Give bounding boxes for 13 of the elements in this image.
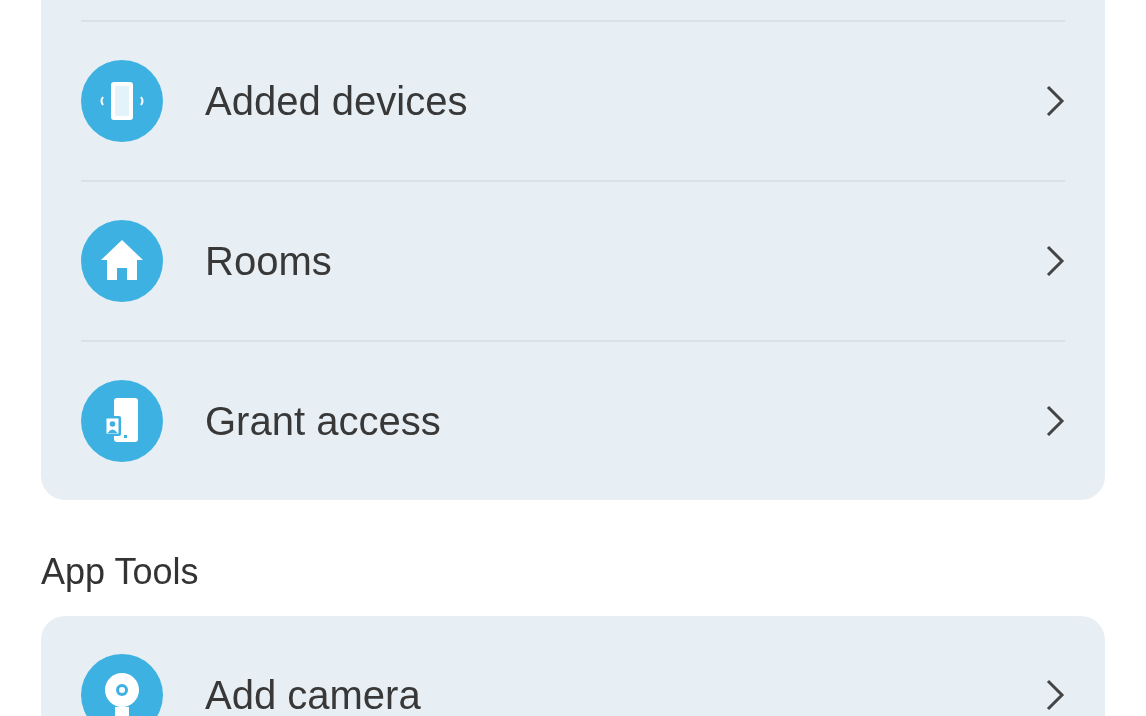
menu-item[interactable]: Grant access [81, 342, 1065, 500]
menu-item[interactable]: Added devices [81, 22, 1065, 180]
section-heading: App Tools [41, 552, 200, 592]
phone-vibrate-icon [81, 60, 163, 142]
chevron-right-icon [1045, 84, 1065, 118]
chevron-right-icon [1045, 678, 1065, 712]
chevron-right-icon [1045, 244, 1065, 278]
menu-item[interactable]: Add camera [81, 616, 1065, 716]
menu-item[interactable]: Rooms [81, 182, 1065, 340]
home-icon [81, 220, 163, 302]
camera-icon [81, 654, 163, 716]
chevron-right-icon [1045, 404, 1065, 438]
phone-user-icon [81, 380, 163, 462]
